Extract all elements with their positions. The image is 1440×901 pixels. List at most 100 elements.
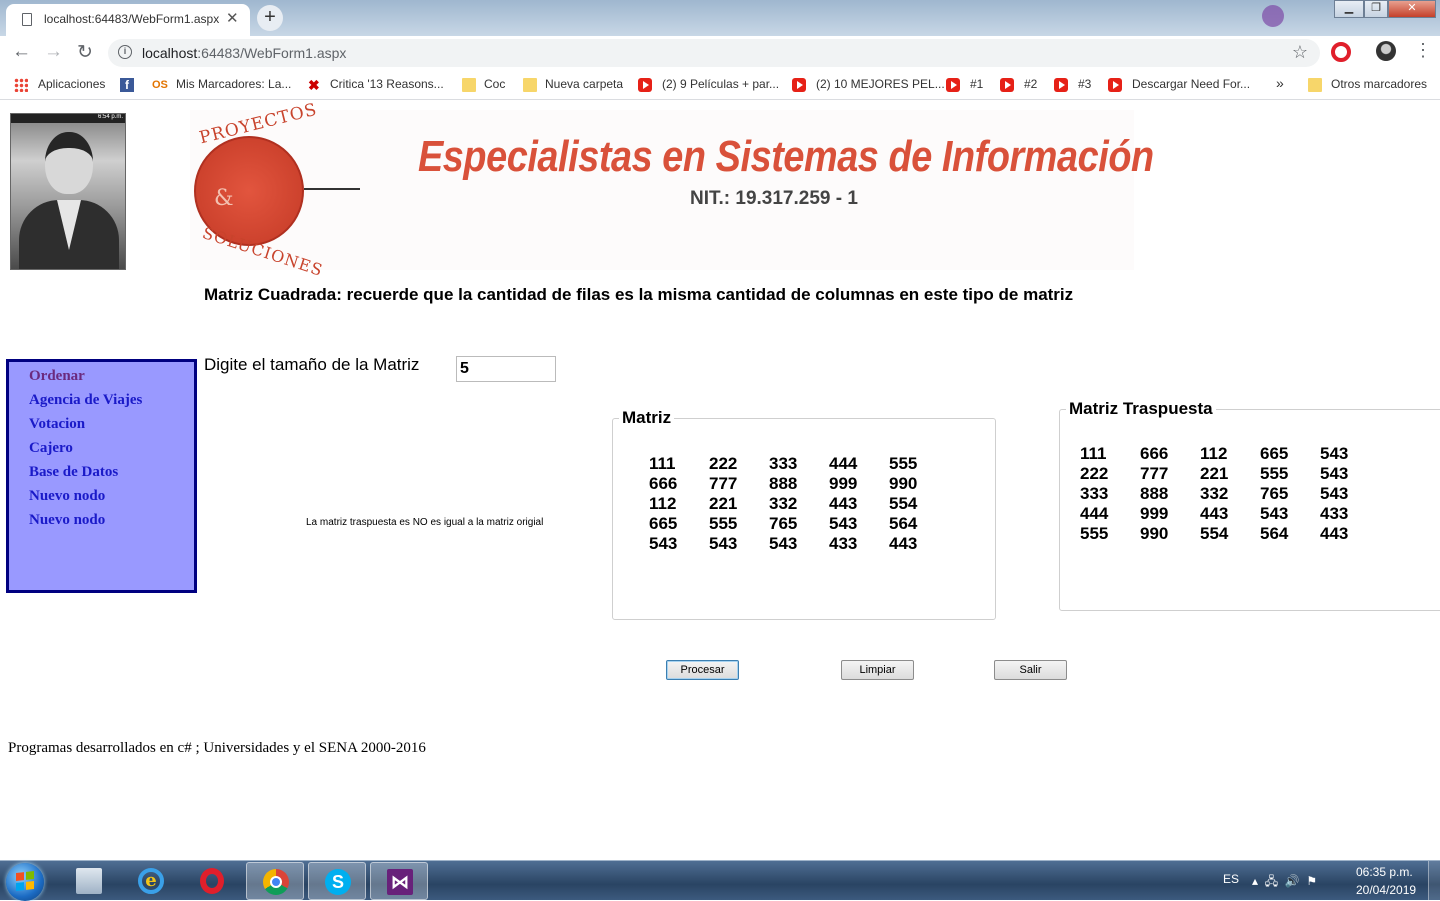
menu-item-ordenar[interactable]: Ordenar	[29, 365, 194, 389]
avatar[interactable]	[1376, 41, 1396, 61]
bookmark-apps[interactable]: Aplicaciones	[38, 77, 105, 91]
profile-icon[interactable]	[1262, 5, 1284, 27]
opera-icon	[200, 868, 224, 894]
matrix-cell: 554	[889, 494, 918, 513]
transpose-cell: 111	[1080, 444, 1107, 463]
result-message: La matriz traspuesta es NO es igual a la…	[306, 517, 544, 528]
transpose-cell: 564	[1260, 524, 1289, 543]
youtube-icon	[1054, 78, 1068, 92]
clock-time[interactable]: 06:35 p.m.	[1356, 865, 1413, 879]
salir-button[interactable]: Salir	[994, 660, 1067, 680]
matrix-cell: 665	[649, 514, 678, 533]
matrix-cell: 443	[889, 534, 918, 553]
menu-item-nuevo-nodo[interactable]: Nuevo nodo	[29, 485, 194, 509]
taskbar-visual-studio[interactable]: ⋈	[370, 862, 428, 900]
address-bar[interactable]: i localhost:64483/WebForm1.aspx ☆	[108, 39, 1320, 67]
folder-icon	[523, 78, 537, 92]
facebook-icon[interactable]: f	[120, 78, 134, 92]
transpose-cell: 555	[1260, 464, 1289, 483]
new-tab-button[interactable]: +	[257, 5, 283, 31]
menu-item-agencia-de-viajes[interactable]: Agencia de Viajes	[29, 389, 194, 413]
transpose-grid: 111 666 112 665 543 222 777 221 555 543 333 888 332 7…	[1080, 444, 1380, 544]
back-icon[interactable]: ←	[12, 41, 31, 63]
menu-icon[interactable]: ⋮	[1414, 40, 1432, 61]
transpose-cell: 543	[1320, 464, 1349, 483]
bookmark-folder-nueva[interactable]: Nueva carpeta	[545, 77, 623, 91]
close-tab-icon[interactable]: ✕	[226, 9, 239, 27]
matrix-cell: 990	[889, 474, 918, 493]
bookmark-3[interactable]: #3	[1078, 77, 1091, 91]
info-icon[interactable]: i	[118, 45, 132, 59]
minimize-button[interactable]: ▁	[1334, 0, 1364, 18]
bookmark-peliculas[interactable]: (2) 9 Películas + par...	[662, 77, 779, 91]
taskbar-skype[interactable]: S	[308, 862, 366, 900]
matrix-cell: 221	[709, 494, 738, 513]
clock-date[interactable]: 20/04/2019	[1356, 883, 1416, 897]
forward-icon[interactable]: →	[44, 41, 63, 63]
bookmark-folder-coc[interactable]: Coc	[484, 77, 505, 91]
transpose-cell: 543	[1320, 484, 1349, 503]
opera-extension-icon[interactable]	[1331, 42, 1351, 62]
taskbar: e S ⋈ ES ▴ 🖧 🔊 ⚑ 06:35 p.m. 20/04/2019	[0, 860, 1440, 901]
matrix-cell: 433	[829, 534, 858, 553]
matrix-cell: 765	[769, 514, 798, 533]
transpose-cell: 999	[1140, 504, 1169, 523]
logo-ampersand: &	[214, 186, 234, 211]
procesar-button[interactable]: Procesar	[666, 660, 739, 680]
tab-title: localhost:64483/WebForm1.aspx	[44, 12, 220, 26]
start-button[interactable]	[6, 863, 44, 901]
youtube-icon	[1000, 78, 1014, 92]
menu-item-base-de-datos[interactable]: Base de Datos	[29, 461, 194, 485]
bookmark-critica[interactable]: Critica '13 Reasons...	[330, 77, 444, 91]
matrix-cell: 999	[829, 474, 858, 493]
youtube-icon	[792, 78, 806, 92]
transpose-cell: 888	[1140, 484, 1169, 503]
tab-strip: localhost:64483/WebForm1.aspx ✕ + ▁ ❐ ✕	[0, 0, 1440, 36]
taskbar-calculator[interactable]	[60, 862, 118, 900]
show-desktop-button[interactable]	[1428, 861, 1440, 901]
taskbar-internet-explorer[interactable]: e	[122, 862, 180, 900]
apps-grid-icon	[14, 78, 28, 92]
transpose-cell: 333	[1080, 484, 1109, 503]
youtube-icon	[946, 78, 960, 92]
transpose-cell: 555	[1080, 524, 1109, 543]
window-close-button[interactable]: ✕	[1388, 0, 1436, 18]
transpose-cell: 444	[1080, 504, 1109, 523]
menu-item-votacion[interactable]: Votacion	[29, 413, 194, 437]
matrix-legend: Matriz	[622, 408, 672, 427]
bookmark-otros[interactable]: Otros marcadores	[1331, 77, 1427, 91]
youtube-icon	[1108, 78, 1122, 92]
taskbar-chrome[interactable]	[246, 862, 304, 900]
transpose-legend: Matriz Traspuesta	[1069, 399, 1213, 418]
taskbar-opera[interactable]	[184, 862, 242, 900]
bookmark-mejores[interactable]: (2) 10 MEJORES PEL...	[816, 77, 945, 91]
matrix-size-input[interactable]	[456, 356, 556, 382]
folder-icon	[462, 78, 476, 92]
windows-logo-icon	[16, 871, 34, 891]
menu-item-nuevo-nodo-2[interactable]: Nuevo nodo	[29, 509, 194, 533]
bookmark-1[interactable]: #1	[970, 77, 983, 91]
bookmarks-overflow-button[interactable]: »	[1276, 75, 1284, 91]
bookmark-descargar[interactable]: Descargar Need For...	[1132, 77, 1250, 91]
address-url[interactable]: localhost:64483/WebForm1.aspx	[142, 45, 346, 61]
transpose-cell: 433	[1320, 504, 1349, 523]
bookmark-mis-marcadores[interactable]: Mis Marcadores: La...	[176, 77, 291, 91]
transpose-cell: 112	[1200, 444, 1228, 463]
x-icon: ✖	[308, 77, 320, 93]
bookmark-star-icon[interactable]: ☆	[1292, 42, 1308, 63]
bookmark-2[interactable]: #2	[1024, 77, 1037, 91]
matrix-cell: 111	[649, 454, 676, 473]
language-indicator[interactable]: ES	[1223, 872, 1239, 886]
system-tray[interactable]: ▴ 🖧 🔊 ⚑	[1252, 872, 1317, 893]
menu-item-cajero[interactable]: Cajero	[29, 437, 194, 461]
reload-icon[interactable]: ↻	[77, 41, 93, 64]
browser-tab[interactable]: localhost:64483/WebForm1.aspx ✕	[6, 4, 250, 36]
transpose-cell: 990	[1140, 524, 1169, 543]
maximize-button[interactable]: ❐	[1364, 0, 1388, 18]
folder-icon	[1308, 78, 1322, 92]
limpiar-button[interactable]: Limpiar	[841, 660, 914, 680]
matrix-cell: 666	[649, 474, 678, 493]
transpose-cell: 543	[1260, 504, 1289, 523]
matrix-cell: 443	[829, 494, 858, 513]
transpose-cell: 777	[1140, 464, 1169, 483]
